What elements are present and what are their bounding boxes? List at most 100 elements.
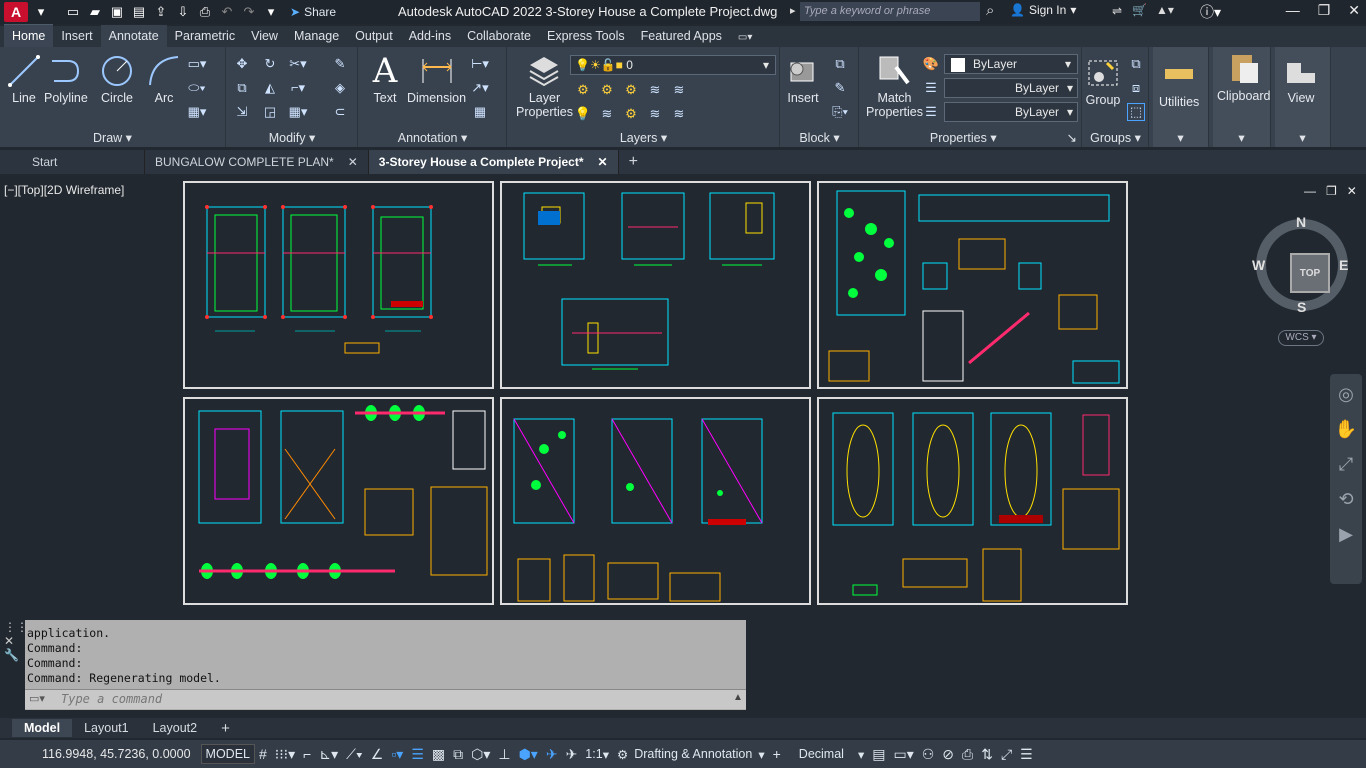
utilities-panel[interactable]: Utilities ▾ xyxy=(1153,47,1209,147)
ortho-icon[interactable]: ⌐ xyxy=(299,744,315,764)
drawing-sheet-2[interactable] xyxy=(500,181,811,389)
showmotion-icon[interactable]: ▶ xyxy=(1339,524,1353,545)
tab-annotate[interactable]: Annotate xyxy=(100,25,167,47)
compass-east[interactable]: E xyxy=(1339,257,1348,273)
utilities-expand-icon[interactable]: ▾ xyxy=(1153,130,1208,145)
ucs-menu[interactable]: WCS ▾ xyxy=(1278,330,1324,346)
new-tab-button[interactable]: + xyxy=(619,150,648,174)
lineweight-dropdown[interactable]: ByLayer ▾ xyxy=(944,102,1078,122)
clipboard-button[interactable]: Clipboard xyxy=(1217,51,1271,103)
edit-block-icon[interactable]: ✎ xyxy=(831,79,849,97)
mirror-icon[interactable]: ◭ xyxy=(261,79,279,97)
isolate-objects-icon[interactable]: ⚇ xyxy=(918,744,939,764)
ribbon-minimize-icon[interactable]: ▭▾ xyxy=(730,28,760,47)
chevron-down-icon[interactable]: ▾ xyxy=(32,4,50,20)
grid-icon[interactable]: # xyxy=(255,744,271,764)
fillet-icon[interactable]: ⌐▾ xyxy=(289,79,307,97)
block-panel-title[interactable]: Block ▾ xyxy=(781,130,858,145)
drawing-sheet-1[interactable] xyxy=(183,181,494,389)
lineweight-toggle-icon[interactable]: ☰ xyxy=(407,744,428,764)
maximize-icon[interactable]: ❐ xyxy=(1318,2,1331,19)
plot-icon[interactable]: ⎙ xyxy=(196,4,214,20)
clipboard-panel[interactable]: Clipboard ▾ xyxy=(1213,47,1271,147)
graphics-performance-icon[interactable]: ⇅ xyxy=(977,744,997,764)
command-input[interactable]: Type a command xyxy=(25,689,746,709)
layer-tool-9-icon[interactable]: ≋ xyxy=(646,105,664,123)
command-window-grip[interactable]: ⋮⋮ ✕ 🔧 xyxy=(4,620,28,662)
layer-tool-5-icon[interactable]: ≋ xyxy=(670,81,688,99)
units-dropdown[interactable]: Decimal ▾ xyxy=(785,744,868,764)
tab-parametric[interactable]: Parametric xyxy=(167,25,243,47)
drawing-sheet-3[interactable] xyxy=(817,181,1128,389)
viewport-controls[interactable]: [−][Top][2D Wireframe] xyxy=(4,183,124,197)
group-select-icon[interactable]: ⬚ xyxy=(1127,103,1145,121)
linear-dim-icon[interactable]: ⊢▾ xyxy=(471,55,489,73)
annotation-scale[interactable]: 1:1 ▾ xyxy=(581,744,613,764)
selection-cycling-icon[interactable]: ⧉ xyxy=(449,744,467,764)
color-wheel-icon[interactable]: 🎨 xyxy=(922,55,940,73)
model-space-button[interactable]: MODEL xyxy=(200,744,255,764)
region-icon[interactable]: ▦▾ xyxy=(188,103,207,121)
auto-scale-icon[interactable]: ✈ xyxy=(562,744,582,764)
scale-icon[interactable]: ◲ xyxy=(261,103,279,121)
layer-tool-6-icon[interactable]: 💡 xyxy=(574,105,592,123)
line-button[interactable]: Line xyxy=(6,53,42,105)
search-expand-icon[interactable]: ▸ xyxy=(790,4,796,17)
tab-add-ins[interactable]: Add-ins xyxy=(401,25,459,47)
drawing-sheet-6[interactable] xyxy=(817,397,1128,605)
clean-screen-icon[interactable]: ⤢ xyxy=(997,744,1016,764)
layer-tool-10-icon[interactable]: ≋ xyxy=(670,105,688,123)
minimize-icon[interactable]: — xyxy=(1286,2,1300,19)
table-icon[interactable]: ▦ xyxy=(471,103,489,121)
rectangle-icon[interactable]: ▭▾ xyxy=(188,55,207,73)
polyline-button[interactable]: Polyline xyxy=(44,53,88,105)
layers-panel-title[interactable]: Layers ▾ xyxy=(508,130,779,145)
workspace-switch[interactable]: ⚙ Drafting & Annotation ▾ xyxy=(613,744,769,764)
draw-panel-title[interactable]: Draw ▾ xyxy=(0,130,225,145)
array-icon[interactable]: ▦▾ xyxy=(289,103,308,121)
tab-model[interactable]: Model xyxy=(12,719,73,737)
compass-west[interactable]: W xyxy=(1252,257,1265,273)
exchange-icon[interactable]: ⇌ xyxy=(1112,4,1122,18)
undo-icon[interactable]: ↶ xyxy=(218,4,236,20)
view-expand-icon[interactable]: ▾ xyxy=(1275,130,1330,145)
text-button[interactable]: A Text xyxy=(367,51,403,105)
share-button[interactable]: ➤ Share xyxy=(290,5,336,19)
erase-icon[interactable]: ✎ xyxy=(331,55,349,73)
tab-manage[interactable]: Manage xyxy=(286,25,347,47)
isodraft-icon[interactable]: ⟋▾ xyxy=(342,744,367,764)
sign-in-button[interactable]: 👤 Sign In ▾ xyxy=(1010,3,1076,17)
stretch-icon[interactable]: ⇲ xyxy=(233,103,251,121)
lineweight-icon[interactable]: ☰ xyxy=(922,79,940,97)
move-icon[interactable]: ✥ xyxy=(233,55,251,73)
doc-tab-start[interactable]: Start xyxy=(0,150,145,174)
doc-tab-3-storey[interactable]: 3-Storey House a Complete Project* ✕ xyxy=(368,150,619,174)
trim-icon[interactable]: ✂▾ xyxy=(289,55,307,73)
compass-south[interactable]: S xyxy=(1297,299,1306,315)
layer-properties-button[interactable]: Layer Properties xyxy=(516,53,573,119)
view-button[interactable]: View xyxy=(1283,53,1319,105)
quick-properties-icon[interactable]: ▤ xyxy=(868,744,889,764)
close-icon[interactable]: ✕ xyxy=(348,155,358,169)
search-input[interactable]: Type a keyword or phrase xyxy=(800,2,980,21)
tab-home[interactable]: Home xyxy=(4,24,54,47)
close-icon[interactable]: ✕ xyxy=(598,155,608,169)
layer-tool-1-icon[interactable]: ⚙ xyxy=(574,81,592,99)
customize-qa-icon[interactable]: ▾ xyxy=(262,4,280,20)
ungroup-icon[interactable]: ⧉ xyxy=(1127,55,1145,73)
lock-ui-icon[interactable]: ▭▾ xyxy=(889,744,917,764)
zoom-extents-icon[interactable]: ⤢ xyxy=(1339,454,1353,475)
annotation-visibility-icon[interactable]: ✈ xyxy=(542,744,562,764)
a360-icon[interactable]: ▲▾ xyxy=(1156,3,1174,17)
cart-icon[interactable]: 🛒 xyxy=(1132,3,1147,17)
create-block-icon[interactable]: ⧉ xyxy=(831,55,849,73)
clipboard-expand-icon[interactable]: ▾ xyxy=(1213,130,1270,145)
copy-icon[interactable]: ⧉ xyxy=(233,79,251,97)
rotate-icon[interactable]: ↻ xyxy=(261,55,279,73)
viewcube-top-face[interactable]: TOP xyxy=(1290,253,1330,293)
coordinate-display[interactable]: 116.9948, 45.7236, 0.0000 xyxy=(0,747,201,761)
dimension-button[interactable]: Dimension xyxy=(407,53,466,105)
snap-icon[interactable]: ⁝⁝⁝▾ xyxy=(271,744,299,764)
viewcube[interactable]: TOP xyxy=(1256,219,1348,311)
new-file-icon[interactable]: ▭ xyxy=(64,4,82,20)
